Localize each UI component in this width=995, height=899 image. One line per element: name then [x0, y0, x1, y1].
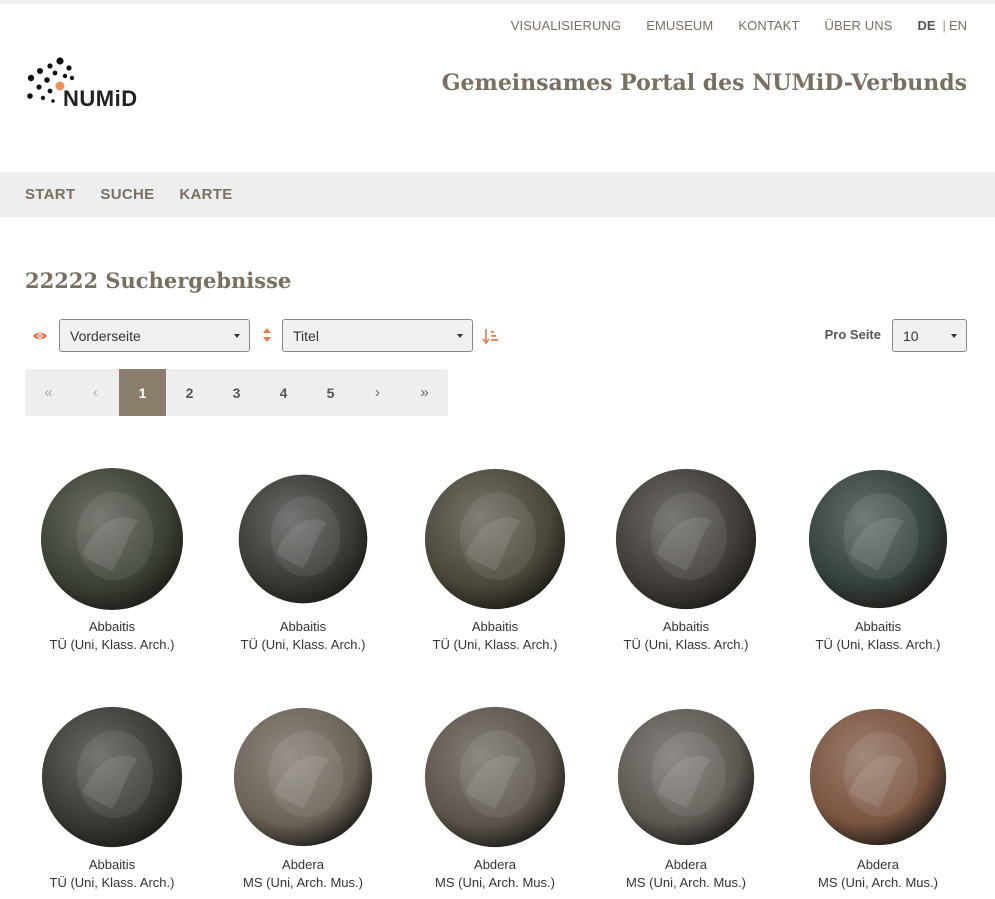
topnav-link-visualisierung[interactable]: VISUALISIERUNG: [511, 18, 621, 33]
sort-icon: [263, 328, 271, 342]
coin-image[interactable]: [591, 463, 781, 615]
coin-collection: MS (Uni, Arch. Mus.): [626, 875, 746, 890]
pagination-last[interactable]: »: [401, 369, 448, 416]
coin-result-card[interactable]: Abbaitis TÜ (Uni, Klass. Arch.): [208, 463, 398, 654]
coin-photo: [41, 706, 183, 848]
pagination-page-2[interactable]: 2: [166, 369, 213, 416]
mainnav-karte[interactable]: KARTE: [179, 186, 232, 203]
coin-title[interactable]: Abbaitis: [400, 618, 590, 636]
results-count-heading: 22222 Suchergebnisse: [25, 268, 292, 293]
eye-icon: [33, 332, 47, 340]
pagination-prev[interactable]: ‹: [72, 369, 119, 416]
mainnav-suche[interactable]: SUCHE: [100, 186, 154, 203]
coin-title[interactable]: Abbaitis: [208, 618, 398, 636]
lang-separator: |: [942, 18, 946, 33]
coin-image[interactable]: [400, 701, 590, 853]
coin-result-card[interactable]: Abdera MS (Uni, Arch. Mus.): [591, 701, 781, 892]
coin-photo: [615, 468, 757, 610]
coin-image[interactable]: [208, 463, 398, 615]
face-select[interactable]: Vorderseite: [59, 319, 250, 352]
coin-image[interactable]: [400, 463, 590, 615]
coin-collection: TÜ (Uni, Klass. Arch.): [240, 637, 366, 652]
coin-title[interactable]: Abbaitis: [17, 618, 207, 636]
sort-select-value: Titel: [293, 328, 319, 344]
sort-ascending-icon[interactable]: [482, 328, 498, 344]
coin-title[interactable]: Abbaitis: [17, 856, 207, 874]
per-page-select[interactable]: 10: [892, 319, 967, 352]
coin-image[interactable]: [783, 701, 973, 853]
pagination-next[interactable]: ›: [354, 369, 401, 416]
pagination-page-3[interactable]: 3: [213, 369, 260, 416]
coin-result-card[interactable]: Abdera MS (Uni, Arch. Mus.): [208, 701, 398, 892]
coin-image[interactable]: [591, 701, 781, 853]
pagination-page-4[interactable]: 4: [260, 369, 307, 416]
top-navigation: VISUALISIERUNG EMUSEUM KONTAKT ÜBER UNS …: [511, 18, 967, 33]
coin-photo: [238, 474, 368, 604]
pagination-first[interactable]: «: [25, 369, 72, 416]
mainnav-start[interactable]: START: [25, 186, 75, 203]
coin-title[interactable]: Abbaitis: [783, 618, 973, 636]
logo-text: NUMiD: [63, 86, 138, 111]
coin-photo: [424, 706, 566, 848]
coin-result-card[interactable]: Abdera MS (Uni, Arch. Mus.): [783, 701, 973, 892]
coin-photo: [617, 708, 755, 846]
chevron-down-icon: [234, 334, 240, 338]
topnav-link-emuseum[interactable]: EMUSEUM: [646, 18, 713, 33]
coin-photo: [424, 468, 566, 610]
main-navigation: START SUCHE KARTE: [0, 172, 995, 217]
coin-title[interactable]: Abdera: [591, 856, 781, 874]
coin-collection: TÜ (Uni, Klass. Arch.): [49, 875, 175, 890]
pagination-page-1[interactable]: 1: [119, 369, 166, 416]
coin-title[interactable]: Abbaitis: [591, 618, 781, 636]
topnav-link-ueber-uns[interactable]: ÜBER UNS: [825, 18, 893, 33]
chevron-down-icon: [457, 334, 463, 338]
coin-result-card[interactable]: Abdera MS (Uni, Arch. Mus.): [400, 701, 590, 892]
lang-de[interactable]: DE: [917, 18, 935, 33]
coin-photo: [40, 467, 184, 611]
per-page-value: 10: [903, 328, 919, 344]
coin-photo: [233, 707, 373, 847]
coin-collection: MS (Uni, Arch. Mus.): [243, 875, 363, 890]
results-controls: Vorderseite Titel Pro Seite 10: [25, 319, 967, 352]
top-border: [0, 0, 995, 4]
face-select-value: Vorderseite: [70, 328, 141, 344]
coin-image[interactable]: [208, 701, 398, 853]
numid-logo[interactable]: NUMiD: [25, 56, 147, 116]
coin-result-card[interactable]: Abbaitis TÜ (Uni, Klass. Arch.): [17, 463, 207, 654]
portal-title: Gemeinsames Portal des NUMiD-Verbunds: [441, 70, 967, 96]
coin-title[interactable]: Abdera: [783, 856, 973, 874]
pagination: « ‹ 1 2 3 4 5 › »: [25, 369, 448, 416]
per-page-label: Pro Seite: [824, 327, 881, 342]
coin-photo: [809, 708, 947, 846]
coin-collection: TÜ (Uni, Klass. Arch.): [815, 637, 941, 652]
coin-collection: MS (Uni, Arch. Mus.): [818, 875, 938, 890]
coin-result-card[interactable]: Abbaitis TÜ (Uni, Klass. Arch.): [783, 463, 973, 654]
coin-image[interactable]: [17, 463, 207, 615]
topnav-link-kontakt[interactable]: KONTAKT: [738, 18, 799, 33]
coin-image[interactable]: [17, 701, 207, 853]
pagination-page-5[interactable]: 5: [307, 369, 354, 416]
coin-photo: [808, 469, 948, 609]
coin-collection: TÜ (Uni, Klass. Arch.): [623, 637, 749, 652]
coin-result-card[interactable]: Abbaitis TÜ (Uni, Klass. Arch.): [400, 463, 590, 654]
coin-title[interactable]: Abdera: [208, 856, 398, 874]
sort-select[interactable]: Titel: [282, 319, 473, 352]
language-switcher: DE | EN: [917, 18, 967, 33]
coin-collection: MS (Uni, Arch. Mus.): [435, 875, 555, 890]
coin-result-card[interactable]: Abbaitis TÜ (Uni, Klass. Arch.): [591, 463, 781, 654]
coin-image[interactable]: [783, 463, 973, 615]
coin-collection: TÜ (Uni, Klass. Arch.): [49, 637, 175, 652]
chevron-down-icon: [951, 334, 957, 338]
coin-result-card[interactable]: Abbaitis TÜ (Uni, Klass. Arch.): [17, 701, 207, 892]
coin-title[interactable]: Abdera: [400, 856, 590, 874]
coin-collection: TÜ (Uni, Klass. Arch.): [432, 637, 558, 652]
lang-en[interactable]: EN: [949, 18, 967, 33]
